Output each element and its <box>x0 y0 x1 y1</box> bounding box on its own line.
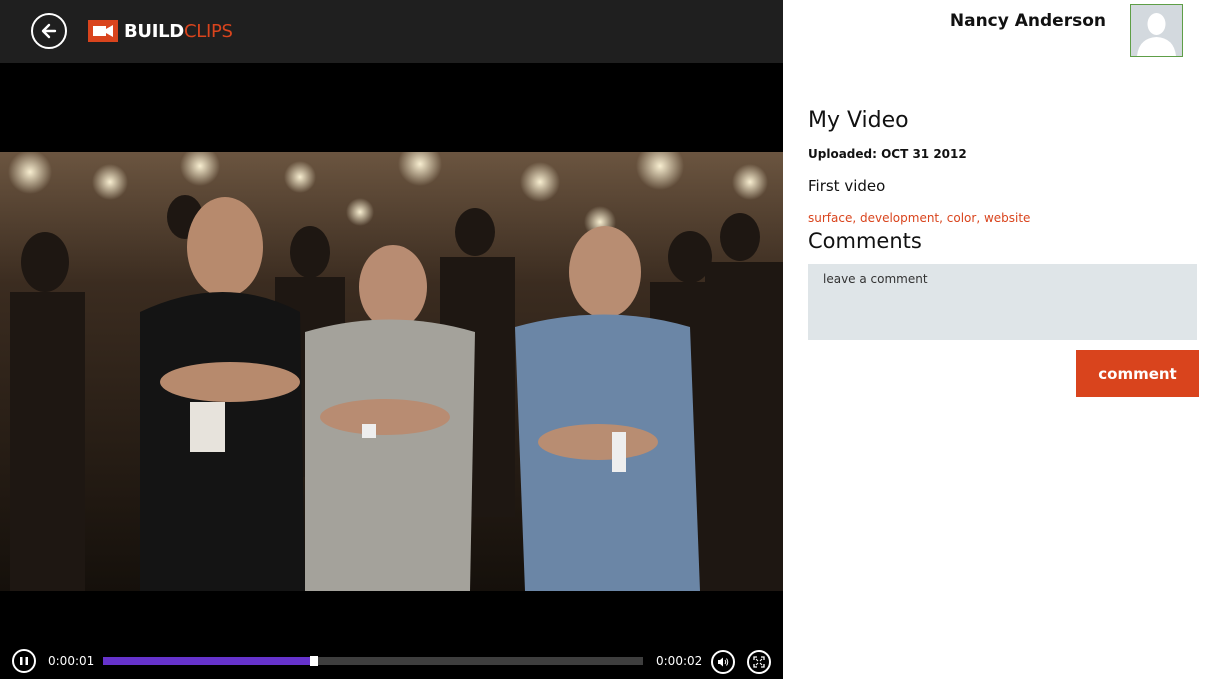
video-frame[interactable] <box>0 152 783 591</box>
comments-heading: Comments <box>808 229 922 253</box>
seek-bar-thumb[interactable] <box>309 656 318 666</box>
video-title: My Video <box>808 108 909 133</box>
video-tags[interactable]: surface, development, color, website <box>808 211 1030 225</box>
video-camera-icon <box>88 20 118 42</box>
video-pane: BUILDCLIPS 0:00:01 0:00:02 <box>0 0 783 679</box>
comment-button[interactable]: comment <box>1076 350 1199 397</box>
brand-build: BUILD <box>124 21 184 42</box>
top-app-bar: BUILDCLIPS <box>0 0 783 63</box>
brand-clips: CLIPS <box>183 21 233 42</box>
video-still <box>0 152 783 591</box>
fullscreen-button[interactable] <box>747 650 771 674</box>
avatar[interactable] <box>1130 4 1183 57</box>
pause-icon <box>20 657 28 665</box>
total-time: 0:00:02 <box>656 654 703 668</box>
back-button[interactable] <box>31 13 67 49</box>
arrow-left-icon <box>41 23 57 39</box>
current-time: 0:00:01 <box>48 654 95 668</box>
comment-input[interactable] <box>808 264 1197 340</box>
speaker-icon <box>718 657 729 667</box>
video-description: First video <box>808 177 886 195</box>
upload-date: Uploaded: OCT 31 2012 <box>808 147 967 161</box>
person-silhouette-icon <box>1131 5 1182 56</box>
play-pause-button[interactable] <box>12 649 36 673</box>
fullscreen-icon <box>753 656 765 668</box>
player-controls: 0:00:01 0:00:02 <box>0 645 783 679</box>
user-name[interactable]: Nancy Anderson <box>950 11 1106 31</box>
seek-bar-fill <box>103 657 311 665</box>
seek-bar[interactable] <box>103 656 643 666</box>
details-pane: Nancy Anderson My Video Uploaded: OCT 31… <box>783 0 1208 679</box>
volume-button[interactable] <box>711 650 735 674</box>
app-logo-text: BUILDCLIPS <box>124 21 233 42</box>
